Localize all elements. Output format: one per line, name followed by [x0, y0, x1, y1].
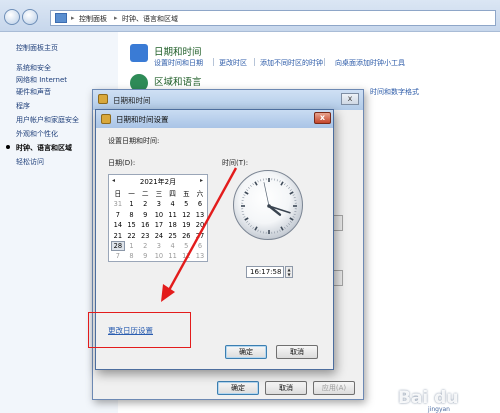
watermark: Bai du jingyan	[398, 388, 458, 413]
annotation-arrow-icon	[161, 167, 238, 302]
watermark-brand: Bai du	[398, 388, 459, 408]
